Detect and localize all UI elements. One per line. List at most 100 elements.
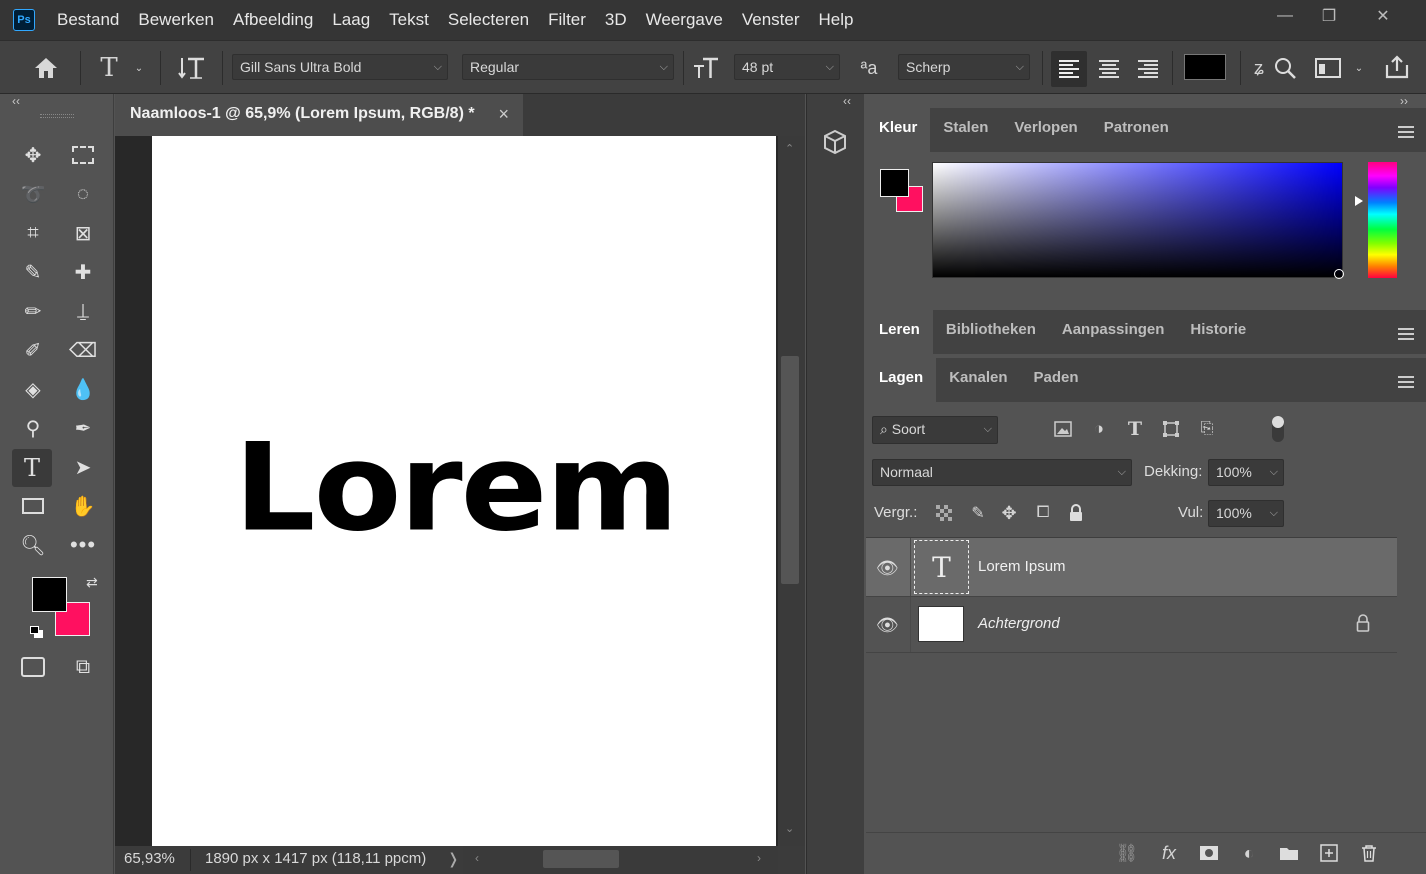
swap-colors-icon[interactable]: ⇄	[86, 574, 98, 591]
warp-text-icon[interactable]: ʑ	[1250, 54, 1268, 82]
default-colors-icon[interactable]	[30, 626, 44, 638]
panel-tab[interactable]: Stalen	[930, 108, 1001, 152]
menu-item[interactable]: Venster	[732, 0, 809, 40]
panel-tab[interactable]: Leren	[866, 310, 933, 354]
document-canvas[interactable]: Lorem	[152, 136, 776, 846]
adjustment-layer-icon[interactable]: ◐	[1236, 841, 1262, 865]
panel-tab[interactable]: Aanpassingen	[1049, 310, 1178, 354]
crop-tool-icon[interactable]: ⌗	[16, 216, 50, 250]
panel-tab[interactable]: Historie	[1177, 310, 1259, 354]
collapse-toolbar-button[interactable]: ‹‹	[12, 94, 20, 108]
font-style-select[interactable]: Regular ⌵	[462, 54, 674, 80]
fx-icon[interactable]: fx	[1156, 841, 1182, 865]
panel-tab[interactable]: Kleur	[866, 108, 931, 152]
menu-item[interactable]: Laag	[322, 0, 379, 40]
panel-tab[interactable]: Verlopen	[1001, 108, 1090, 152]
scroll-left-icon[interactable]: ‹	[475, 851, 479, 865]
panel-menu-icon[interactable]	[1398, 126, 1414, 138]
home-icon[interactable]	[30, 53, 62, 83]
link-layers-icon[interactable]: ⛓	[1114, 841, 1140, 865]
3d-cube-icon[interactable]	[819, 126, 851, 158]
status-menu-arrow[interactable]: ❭	[447, 850, 460, 868]
document-tab[interactable]: Naamloos-1 @ 65,9% (Lorem Ipsum, RGB/8) …	[115, 94, 523, 136]
panel-tab[interactable]: Patronen	[1091, 108, 1182, 152]
share-icon[interactable]	[1380, 51, 1414, 83]
eraser-tool-icon[interactable]: ⌫	[66, 333, 100, 367]
vertical-scrollbar[interactable]: ⌃ ⌄	[778, 136, 805, 846]
visibility-eye-icon[interactable]: 👁︎	[876, 615, 899, 636]
hue-slider[interactable]	[1368, 162, 1397, 278]
search-icon[interactable]	[1270, 53, 1300, 83]
screen-mode-icon[interactable]: ⧉	[66, 650, 100, 684]
text-orientation-icon[interactable]	[176, 53, 208, 83]
adjustment-layer-filter-icon[interactable]: ◑	[1088, 418, 1110, 440]
scroll-down-icon[interactable]: ⌄	[785, 822, 794, 835]
align-left-button[interactable]	[1051, 51, 1087, 87]
brush-tool-icon[interactable]: ✏	[16, 294, 50, 328]
panel-menu-icon[interactable]	[1398, 376, 1414, 388]
align-right-button[interactable]	[1130, 51, 1166, 87]
shape-layer-filter-icon[interactable]	[1160, 418, 1182, 440]
type-layer-filter-icon[interactable]: T	[1124, 418, 1146, 440]
lock-transparent-pixels-icon[interactable]	[934, 503, 954, 523]
minimize-button[interactable]: —	[1262, 0, 1308, 32]
panel-tab[interactable]: Lagen	[866, 358, 937, 402]
text-tool-preset-icon[interactable]: T	[94, 53, 124, 83]
vertical-scroll-thumb[interactable]	[781, 356, 799, 584]
workspace-icon[interactable]	[1312, 53, 1344, 83]
new-layer-icon[interactable]	[1316, 841, 1342, 865]
menu-item[interactable]: Help	[809, 0, 863, 40]
quick-selection-tool-icon[interactable]: ◌	[66, 177, 100, 211]
fill-field[interactable]: 100% ⌵	[1208, 500, 1284, 527]
canvas-text-layer[interactable]: Lorem	[234, 428, 679, 550]
scroll-up-icon[interactable]: ⌃	[785, 142, 794, 155]
menu-item[interactable]: Weergave	[636, 0, 732, 40]
history-brush-tool-icon[interactable]: ✐	[16, 333, 50, 367]
move-tool-icon[interactable]: ✥	[16, 138, 50, 172]
zoom-level[interactable]: 65,93%	[124, 850, 175, 867]
visibility-eye-icon[interactable]: 👁︎	[876, 558, 899, 579]
filter-toggle[interactable]	[1272, 416, 1284, 442]
blend-mode-select[interactable]: Normaal ⌵	[872, 459, 1132, 486]
panel-tab[interactable]: Paden	[1021, 358, 1092, 402]
paint-bucket-tool-icon[interactable]: ◈	[16, 372, 50, 406]
align-center-button[interactable]	[1091, 51, 1127, 87]
menu-item[interactable]: Selecteren	[438, 0, 538, 40]
anti-alias-select[interactable]: Scherp ⌵	[898, 54, 1030, 80]
add-mask-icon[interactable]	[1196, 841, 1222, 865]
hue-slider-marker[interactable]	[1355, 196, 1363, 206]
foreground-color-chip[interactable]	[880, 169, 909, 197]
horizontal-scrollbar[interactable]: ‹ ›	[463, 846, 778, 874]
healing-brush-tool-icon[interactable]: ✚	[66, 255, 100, 289]
type-tool-icon[interactable]: T	[12, 449, 52, 487]
frame-tool-icon[interactable]: ⊠	[66, 216, 100, 250]
hand-tool-icon[interactable]: ✋	[66, 489, 100, 523]
layer-name[interactable]: Lorem Ipsum	[978, 558, 1066, 575]
menu-item[interactable]: Filter	[538, 0, 595, 40]
smart-object-filter-icon[interactable]: ⎘	[1196, 418, 1218, 440]
collapse-panels-button[interactable]: ››	[1400, 94, 1408, 108]
color-picker-handle[interactable]	[1334, 269, 1344, 279]
chevron-down-icon[interactable]: ⌄	[132, 61, 146, 75]
new-group-icon[interactable]	[1276, 841, 1302, 865]
delete-layer-icon[interactable]	[1356, 841, 1382, 865]
collapse-dock-button[interactable]: ‹‹	[843, 94, 851, 108]
menu-item[interactable]: Bewerken	[128, 0, 223, 40]
menu-item[interactable]: Afbeelding	[223, 0, 322, 40]
quick-mask-icon[interactable]	[16, 650, 50, 684]
lock-position-icon[interactable]: ✥	[998, 503, 1020, 523]
close-window-button[interactable]: ✕	[1360, 0, 1406, 32]
layer-name[interactable]: Achtergrond	[978, 615, 1060, 632]
pen-tool-icon[interactable]: ✒	[66, 411, 100, 445]
menu-item[interactable]: Tekst	[379, 0, 438, 40]
maximize-button[interactable]: ❐	[1306, 0, 1352, 32]
font-size-field[interactable]: 48 pt ⌵	[734, 54, 840, 80]
foreground-color-swatch[interactable]	[32, 577, 67, 612]
horizontal-scroll-thumb[interactable]	[543, 850, 619, 868]
lasso-tool-icon[interactable]: ➰	[16, 177, 50, 211]
dodge-tool-icon[interactable]: ⚲	[16, 411, 50, 445]
panel-menu-icon[interactable]	[1398, 328, 1414, 340]
chevron-down-icon[interactable]: ⌄	[1352, 61, 1366, 75]
rectangle-tool-icon[interactable]	[16, 489, 50, 523]
clone-stamp-tool-icon[interactable]: ⍊	[66, 294, 100, 328]
